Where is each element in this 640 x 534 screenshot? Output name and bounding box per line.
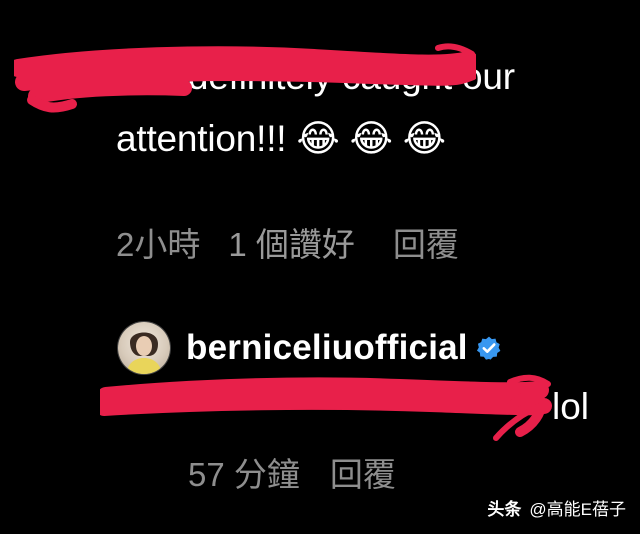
watermark-brand: 头条 [487,500,522,519]
reply-meta: 57 分鐘 回覆 [188,448,396,496]
watermark: 头条 @高能E蓓子 [487,495,626,520]
reply-button[interactable]: 回覆 [330,448,396,496]
redaction-scribble [100,374,552,441]
comment-meta: 2小時 1 個讚好 回覆 [116,218,459,266]
watermark-handle: @高能E蓓子 [529,500,626,519]
verified-badge-icon [476,336,501,360]
reply-button[interactable]: 回覆 [393,218,459,266]
reply-timestamp: 57 分鐘 [188,456,300,493]
reply-text: lol [552,386,590,427]
reply-header: berniceliuofficial [118,322,502,374]
comment-timestamp: 2小時 [116,226,201,263]
avatar[interactable] [118,322,170,374]
reply-username[interactable]: berniceliuofficial [186,328,468,368]
redaction-scribble [14,43,476,113]
comment-likes[interactable]: 1 個讚好 [228,218,355,266]
